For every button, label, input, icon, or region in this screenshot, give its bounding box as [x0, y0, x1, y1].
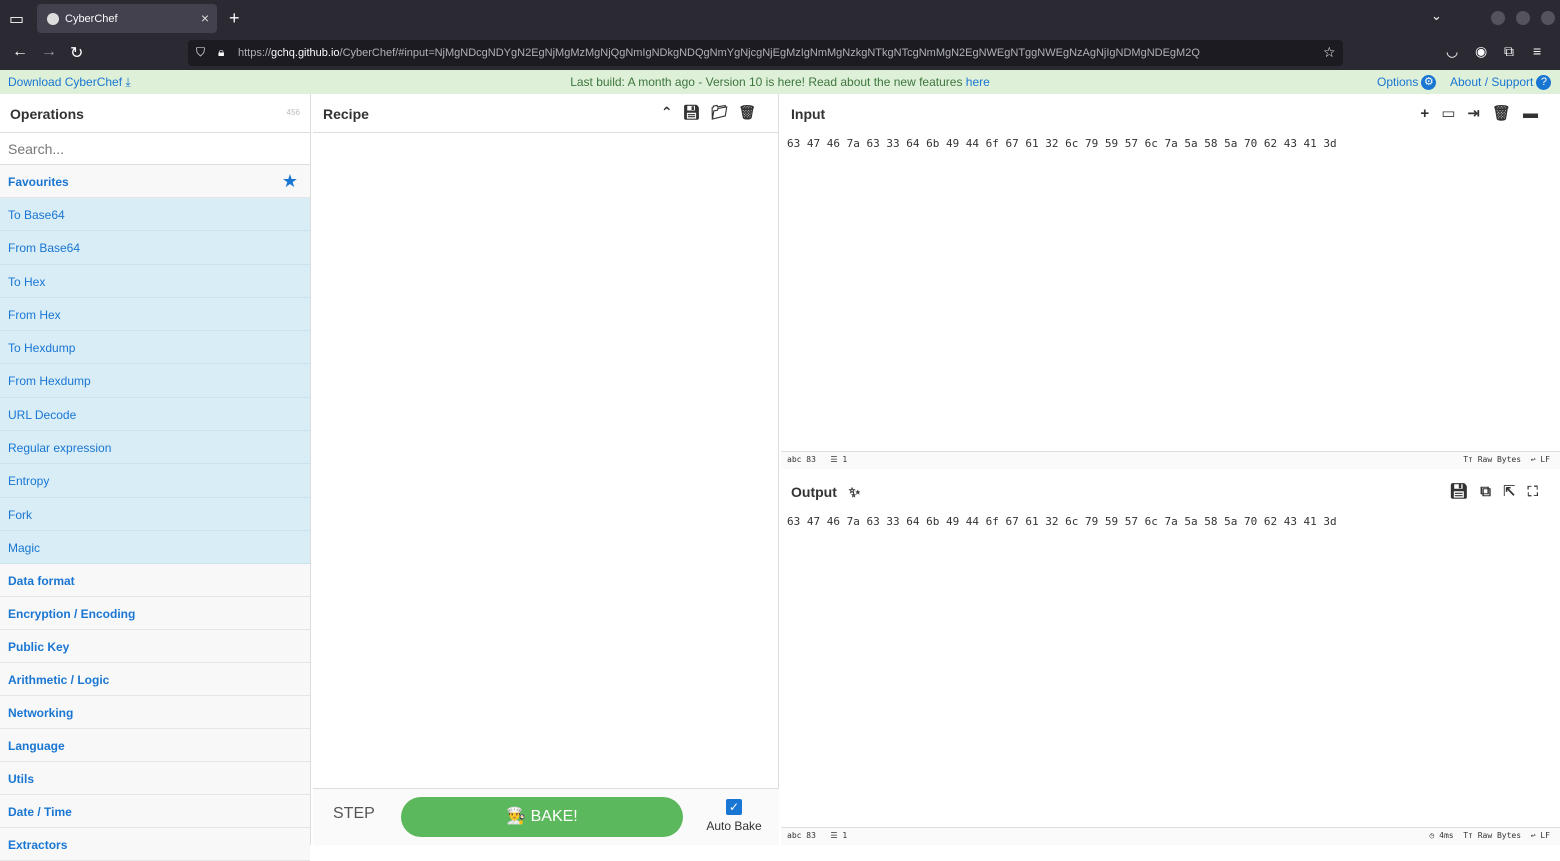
category-item[interactable]: Encryption / Encoding [0, 597, 310, 631]
operation-item[interactable]: Entropy [0, 464, 310, 498]
replace-input-icon[interactable]: ⇱ [1503, 483, 1528, 500]
layout-icon[interactable]: ▬ [1523, 105, 1550, 122]
category-item[interactable]: Language [0, 729, 310, 763]
output-header: Output ✨︎ 💾︎⧉⇱⛶ [791, 483, 1550, 500]
url-path: /CyberChef/#input=NjMgNDcgNDYgN2EgNjMgMz… [339, 47, 1200, 59]
operation-item[interactable]: URL Decode [0, 397, 310, 432]
maximize-icon[interactable]: ⛶ [1527, 483, 1550, 500]
operation-item[interactable]: From Base64 [0, 231, 310, 265]
cyberchef-banner: Download CyberChef ⤓ Last build: A month… [0, 70, 1560, 94]
close-window-button[interactable] [1541, 11, 1555, 25]
browser-titlebar: ▭ CyberChef × + ⌄ [0, 0, 1560, 36]
tab-title: CyberChef [65, 12, 118, 25]
operation-item[interactable]: To Hex [0, 264, 310, 298]
bake-button[interactable]: 👨‍🍳︎ BAKE! [401, 797, 683, 837]
new-tab-icon[interactable]: + [229, 8, 240, 29]
reload-icon[interactable]: ↻ [70, 43, 83, 63]
text-encoding-icon[interactable]: Tт [1463, 455, 1473, 464]
checkbox-checked-icon[interactable]: ✓ [726, 799, 742, 815]
shield-icon[interactable]: ⛉ [196, 45, 205, 60]
help-icon: ? [1536, 75, 1552, 91]
input-textarea[interactable]: 63 47 46 7a 63 33 64 6b 49 44 6f 67 61 3… [781, 133, 1560, 154]
category-item[interactable]: Utils [0, 762, 310, 796]
operation-item[interactable]: To Hexdump [0, 331, 310, 365]
input-status-bar: abc 83 ☰ 1 Tт Raw Bytes ↩ LF [781, 451, 1560, 469]
clock-icon: ◷ [1429, 831, 1435, 840]
bookmark-star-icon[interactable]: ☆ [1323, 44, 1336, 61]
eol-icon[interactable]: ↩ [1531, 455, 1536, 464]
trash-icon[interactable]: 🗑︎ [738, 104, 766, 120]
step-button[interactable]: STEP [333, 805, 375, 823]
category-item[interactable]: Data format [0, 564, 310, 598]
browser-tab[interactable]: CyberChef × [37, 4, 217, 33]
output-textarea[interactable]: 63 47 46 7a 63 33 64 6b 49 44 6f 67 61 3… [781, 511, 1560, 532]
lines-icon: ☰ [830, 831, 838, 840]
recipe-header: Recipe ⌃💾︎📁︎🗑︎ [313, 94, 778, 133]
url-host: gchq.github.io [271, 47, 340, 59]
pocket-icon[interactable]: ◡ [1446, 43, 1458, 60]
operation-item[interactable]: Fork [0, 497, 310, 531]
close-tab-icon[interactable]: × [201, 10, 209, 26]
save-icon[interactable]: 💾︎ [1449, 483, 1480, 500]
category-item[interactable]: Public Key [0, 630, 310, 664]
auto-bake-toggle[interactable]: ✓ Auto Bake [703, 799, 765, 833]
build-notice: Last build: A month ago - Version 10 is … [570, 75, 990, 89]
open-file-icon[interactable]: ⇥ [1467, 105, 1492, 122]
operation-item[interactable]: Regular expression [0, 431, 310, 465]
eol-icon[interactable]: ↩ [1531, 831, 1536, 840]
lock-icon[interactable]: 🔒︎ [218, 45, 224, 60]
operation-item[interactable]: Magic [0, 530, 310, 565]
length-icon: abc [787, 455, 802, 464]
back-icon[interactable]: ← [12, 43, 28, 61]
output-panel: Output ✨︎ 💾︎⧉⇱⛶ 63 47 46 7a 63 33 64 6b … [781, 472, 1560, 845]
lines-icon: ☰ [830, 455, 838, 464]
operations-search-input[interactable]: Search... [0, 133, 310, 165]
operation-item[interactable]: From Hexdump [0, 364, 310, 398]
operations-count: 456 [286, 108, 300, 117]
add-tab-icon[interactable]: + [1420, 105, 1441, 122]
recipe-panel: Recipe ⌃💾︎📁︎🗑︎ STEP 👨‍🍳︎ BAKE! ✓ Auto Ba… [313, 94, 779, 845]
account-icon[interactable]: ◉ [1475, 43, 1487, 60]
minimize-button[interactable] [1491, 11, 1505, 25]
text-encoding-icon[interactable]: Tт [1463, 831, 1473, 840]
features-link[interactable]: here [966, 75, 990, 89]
menu-icon[interactable]: ≡ [1533, 43, 1541, 59]
gear-icon: ⚙ [1421, 75, 1437, 91]
chef-icon: 👨‍🍳︎ [506, 808, 527, 825]
extensions-icon[interactable]: ⧉ [1504, 43, 1514, 60]
magic-wand-icon[interactable]: ✨︎ [849, 484, 861, 500]
about-support-link[interactable]: About / Support? [1450, 75, 1552, 91]
chevron-up-icon[interactable]: ⌃ [661, 104, 683, 120]
url-prefix: https:// [238, 47, 272, 59]
options-link[interactable]: Options ⚙ [1377, 75, 1437, 91]
bake-bar: STEP 👨‍🍳︎ BAKE! ✓ Auto Bake [313, 788, 779, 845]
browser-navbar: ← → ↻ https://gchq.github.io/CyberChef/#… [0, 36, 1560, 70]
trash-icon[interactable]: 🗑︎ [1492, 105, 1523, 122]
category-item[interactable]: Date / Time [0, 795, 310, 829]
operations-header: Operations 456 [0, 94, 310, 133]
save-icon[interactable]: 💾︎ [683, 104, 711, 120]
folder-icon[interactable]: 📁︎ [710, 104, 738, 120]
copy-icon[interactable]: ⧉ [1480, 483, 1503, 500]
url-bar[interactable]: https://gchq.github.io/CyberChef/#input=… [188, 40, 1343, 66]
input-panel: Input +▭⇥🗑︎▬ 63 47 46 7a 63 33 64 6b 49 … [781, 94, 1560, 469]
maximize-button[interactable] [1516, 11, 1530, 25]
operations-panel: Operations 456 Search... Favourites ★ To… [0, 94, 311, 861]
input-header: Input +▭⇥🗑︎▬ [791, 105, 1550, 122]
operation-item[interactable]: To Base64 [0, 198, 310, 232]
chevron-down-icon[interactable]: ⌄ [1431, 8, 1442, 24]
star-icon[interactable]: ★ [282, 171, 298, 192]
operation-item[interactable]: From Hex [0, 297, 310, 332]
category-favourites[interactable]: Favourites ★ [0, 165, 310, 198]
output-status-bar: abc 83 ☰ 1 ◷ 4ms Tт Raw Bytes ↩ LF [781, 827, 1560, 845]
length-icon: abc [787, 831, 802, 840]
open-folder-icon[interactable]: ▭ [1441, 105, 1467, 122]
forward-icon[interactable]: → [41, 43, 57, 61]
category-item[interactable]: Arithmetic / Logic [0, 663, 310, 697]
cyberchef-favicon-icon [47, 12, 59, 25]
tab-list-icon[interactable]: ▭ [9, 9, 24, 29]
category-item[interactable]: Networking [0, 696, 310, 730]
